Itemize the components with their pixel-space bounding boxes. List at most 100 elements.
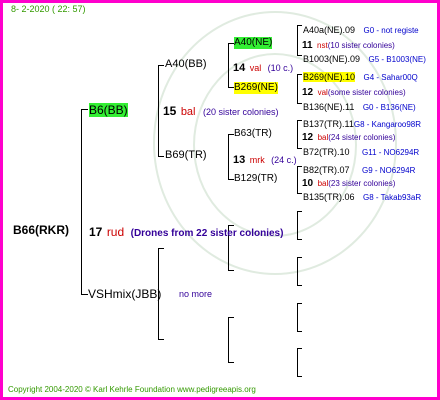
b63tr-bracket-bottom — [297, 148, 302, 149]
gen4-id-1[interactable]: A40a(NE).09 — [303, 25, 355, 35]
drone-line-note: no more — [179, 289, 213, 299]
root-mark: rud — [106, 225, 125, 239]
gen4-row-6: B72(TR).10 G11 - NO6294R — [303, 143, 419, 159]
gen4-code-8: G8 - Takab93aR — [362, 193, 422, 202]
gen4-id-5[interactable]: B137(TR).11 — [303, 119, 354, 129]
empty-bracket-5-vertical — [297, 303, 298, 332]
gen3-note-b269ne: (some sister colonies) — [327, 88, 406, 97]
gen2-id-b69tr[interactable]: B69(TR) — [165, 150, 207, 161]
drone-line-id[interactable]: VSHmix(JBB) — [88, 288, 161, 300]
gen4-row-3: B269(NE).10 G4 - Sahar00Q — [303, 68, 418, 84]
queen-line-note: (20 sister colonies) — [202, 107, 279, 117]
empty-bracket-5-bottom — [297, 331, 302, 332]
gen2-mark-b69tr: mrk — [249, 155, 265, 165]
b129tr-bracket-vertical — [297, 166, 298, 194]
root-to-drone-line — [81, 294, 88, 295]
gen3-note-b63tr: (24 sister colonies) — [328, 133, 396, 142]
gen4-id-4[interactable]: B136(NE).11 — [303, 102, 354, 112]
empty-bracket-6-bottom — [297, 376, 302, 377]
gen4-code-7: G9 - NO6294R — [361, 166, 416, 175]
empty-bracket-5-top — [297, 303, 302, 304]
empty-bracket-3-top — [297, 211, 302, 212]
b69tr-bracket-vertical — [228, 134, 229, 180]
gen4-row-4: B136(NE).11 G0 - B136(NE) — [303, 98, 416, 114]
gen4-id-7[interactable]: B82(TR).07 — [303, 165, 350, 175]
gen4-code-3: G4 - Sahar00Q — [363, 73, 418, 82]
b63tr-bracket-vertical — [297, 120, 298, 149]
empty-bracket-6-top — [297, 348, 302, 349]
empty-bracket-4-bottom — [297, 285, 302, 286]
root-queen-id[interactable]: B66(RKR) — [13, 224, 69, 236]
gen3-mark-b63tr: bal — [317, 133, 329, 142]
a40bb-bracket-vertical — [228, 43, 229, 88]
root-to-queen-line — [81, 109, 88, 110]
gen3-id-a40ne[interactable]: A40(NE) — [234, 37, 273, 49]
gen3-count-b63tr: 12 — [302, 132, 314, 143]
queen-bracket-vertical — [158, 65, 159, 157]
gen4-code-5: G8 - Kangaroo98R — [353, 120, 422, 129]
gen3-mark-b129tr: bal — [317, 179, 329, 188]
b63tr-bracket-top — [297, 120, 302, 121]
b129tr-bracket-top — [297, 166, 302, 167]
gen4-row-8: B135(TR).06 G8 - Takab93aR — [303, 188, 421, 204]
gen3-mark-b269ne: val — [317, 88, 328, 97]
gen2-note-b69tr: (24 c.) — [271, 155, 297, 165]
root-note: (Drones from 22 sister colonies) — [130, 228, 284, 239]
b269ne-bracket-bottom — [297, 103, 302, 104]
gen3-id-b129tr[interactable]: B129(TR) — [234, 174, 277, 184]
gen4-code-1: G0 - not registe — [363, 26, 419, 35]
date-stamp: 8- 2-2020 ( 22: 57) — [11, 4, 86, 14]
empty-bracket-1-bottom — [228, 270, 234, 271]
queen-bracket-bottom — [158, 156, 164, 157]
empty-bracket-4-top — [297, 257, 302, 258]
queen-line-count: 15 — [163, 104, 177, 118]
gen4-row-2: B1003(NE).09 G5 - B1003(NE) — [303, 50, 426, 66]
a40ne-bracket-top — [297, 25, 302, 26]
gen4-code-4: G0 - B136(NE) — [362, 103, 416, 112]
b269ne-bracket-vertical — [297, 74, 298, 104]
root-bracket-vertical — [81, 109, 82, 295]
empty-bracket-3-vertical — [297, 211, 298, 240]
empty-bracket-2-top — [228, 317, 234, 318]
a40ne-bracket-bottom — [297, 55, 302, 56]
gen4-row-7: B82(TR).07 G9 - NO6294R — [303, 161, 415, 177]
gen4-code-6: G11 - NO6294R — [361, 148, 420, 157]
gen3-mark-a40ne: nst — [317, 41, 328, 50]
b269ne-bracket-top — [297, 74, 302, 75]
gen3-note-b129tr: (23 sister colonies) — [328, 179, 396, 188]
queen-line-id[interactable]: B6(BB) — [89, 103, 128, 117]
gen4-row-1: A40a(NE).09 G0 - not registe — [303, 21, 419, 37]
gen2-count-b69tr: 13 — [233, 154, 246, 166]
drone-bracket-top — [158, 248, 164, 249]
gen2-id-a40bb[interactable]: A40(BB) — [165, 59, 207, 70]
gen2-note-a40bb: (10 c.) — [267, 63, 294, 73]
gen4-id-8[interactable]: B135(TR).06 — [303, 192, 355, 202]
queen-bracket-top — [158, 65, 164, 66]
gen4-id-3[interactable]: B269(NE).10 — [303, 72, 356, 82]
root-count: 17 — [89, 225, 103, 239]
drone-bracket-bottom — [158, 339, 164, 340]
gen2-info-a40bb: 14 val (10 c.) — [233, 59, 293, 75]
gen3-count-b269ne: 12 — [302, 87, 314, 98]
pedigree-chart: 8- 2-2020 ( 22: 57) B66(RKR) 17 rud (Dro… — [0, 0, 440, 400]
gen2-info-b69tr: 13 mrk (24 c.) — [233, 151, 297, 167]
empty-bracket-2-bottom — [228, 362, 234, 363]
b129tr-bracket-bottom — [297, 193, 302, 194]
empty-bracket-3-bottom — [297, 239, 302, 240]
gen2-mark-a40bb: val — [249, 63, 262, 73]
empty-bracket-2-vertical — [228, 317, 229, 363]
gen4-row-5: B137(TR).11G8 - Kangaroo98R — [303, 115, 421, 131]
gen4-id-6[interactable]: B72(TR).10 — [303, 147, 350, 157]
queen-line-info: 15 bal (20 sister colonies) — [163, 103, 278, 119]
gen3-id-b63tr[interactable]: B63(TR) — [234, 129, 272, 139]
empty-bracket-4-vertical — [297, 257, 298, 286]
footer-copyright: Copyright 2004-2020 © Karl Kehrle Founda… — [8, 385, 256, 394]
queen-line-mark: bal — [180, 106, 196, 118]
empty-bracket-6-vertical — [297, 348, 298, 377]
a40ne-bracket-vertical — [297, 25, 298, 56]
root-info: 17 rud (Drones from 22 sister colonies) — [89, 224, 283, 240]
gen3-id-b269ne[interactable]: B269(NE) — [234, 82, 278, 94]
gen4-id-2[interactable]: B1003(NE).09 — [303, 54, 360, 64]
gen4-code-2: G5 - B1003(NE) — [368, 55, 426, 64]
gen2-count-a40bb: 14 — [233, 62, 246, 74]
